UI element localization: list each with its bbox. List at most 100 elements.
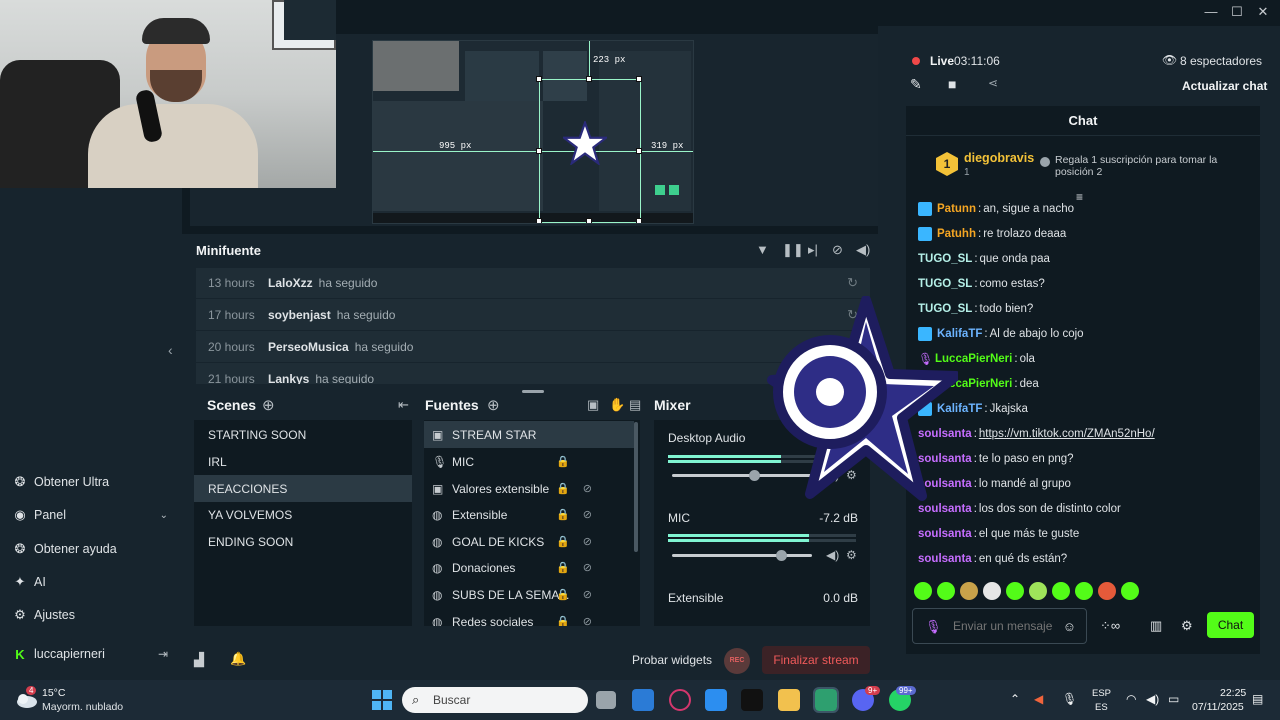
store-icon[interactable]: ▥ [1150,618,1162,634]
task-view-icon[interactable] [596,691,616,709]
hidden-eye-icon[interactable]: ⊘ [583,615,592,626]
streamlabs-icon[interactable] [813,687,839,713]
close-icon[interactable]: ✕ [1254,4,1272,20]
scene-item[interactable]: ENDING SOON [194,528,412,555]
screen-capture-icon[interactable]: ▣ [587,397,599,413]
emote-icon[interactable] [1121,582,1139,600]
emote-icon[interactable] [1006,582,1024,600]
windows-start-icon[interactable] [372,690,392,710]
preview-canvas[interactable]: 223 px 995 px 319 px [372,40,694,224]
tray-mic-icon[interactable]: 🎙 [1062,692,1077,706]
chat-username[interactable]: TUGO_SL [918,278,972,290]
resize-handle[interactable] [586,76,592,82]
send-chat-button[interactable]: Chat [1207,612,1254,638]
chat-username[interactable]: soulsanta [918,553,972,565]
add-folder-icon[interactable]: ▤ [629,397,641,413]
end-stream-button[interactable]: Finalizar stream [762,646,870,674]
share-icon[interactable]: ⋖ [988,76,998,90]
source-item[interactable]: 🎙 MIC 🔒 [424,448,634,475]
minimize-icon[interactable]: — [1202,4,1220,20]
outlook-icon[interactable] [632,689,654,711]
video-camera-icon[interactable]: ■ [948,76,956,92]
scene-item[interactable]: YA VOLVEMOS [194,501,412,528]
notification-center-icon[interactable]: ▤ [1252,692,1263,706]
volume-tray-icon[interactable]: ◀) [1146,692,1159,706]
hidden-eye-icon[interactable]: ⊘ [583,482,592,495]
emote-icon[interactable] [960,582,978,600]
logout-icon[interactable]: ⇥ [158,647,168,661]
record-button[interactable]: REC [724,648,750,674]
source-item[interactable]: ◍ Redes sociales 🔒 ⊘ [424,608,634,627]
resize-handle[interactable] [536,76,542,82]
lock-icon[interactable]: 🔒 [556,615,570,626]
lock-icon[interactable]: 🔒 [556,455,570,468]
chat-username[interactable]: soulsanta [918,528,972,540]
lock-icon[interactable]: 🔒 [556,561,570,574]
volume-icon[interactable]: ◀) [856,242,870,258]
replay-icon[interactable]: ↻ [847,275,858,291]
clock-time[interactable]: 22:25 [1220,687,1246,699]
volume-slider-knob[interactable] [775,550,787,561]
emote-icon[interactable] [914,582,932,600]
dock-splitter[interactable] [522,390,544,393]
scene-item[interactable]: IRL [194,448,412,475]
stats-icon[interactable]: ▟ [194,652,204,668]
source-item[interactable]: ◍ GOAL DE KICKS 🔒 ⊘ [424,528,634,555]
sidebar-item-ultra[interactable]: ❂ Obtener Ultra [12,471,109,493]
source-item-selected[interactable]: ▣ STREAM STAR [424,421,634,448]
update-chat-button[interactable]: Actualizar chat [1182,79,1267,93]
emote-icon[interactable] [937,582,955,600]
tiktok-icon[interactable] [741,689,763,711]
lock-icon[interactable]: 🔒 [556,508,570,521]
hidden-eye-icon[interactable]: ⊘ [583,535,592,548]
resize-handle[interactable] [636,148,642,154]
resize-handle[interactable] [636,218,642,223]
language-indicator[interactable]: ESP [1092,688,1111,699]
chat-username[interactable]: Patuhh [937,228,976,240]
sidebar-item-settings[interactable]: ⚙ Ajustes [12,604,75,626]
lock-sources-icon[interactable]: ✋ [609,397,625,413]
keyboard-layout[interactable]: ES [1095,702,1108,713]
skip-icon[interactable]: ▸| [808,242,818,258]
hidden-eye-icon[interactable]: ⊘ [583,508,592,521]
chat-message-field[interactable] [953,612,1057,640]
chat-username[interactable]: TUGO_SL [918,253,972,265]
wifi-icon[interactable]: ◠ [1126,692,1136,706]
emoji-icon[interactable]: ☺ [1063,619,1076,634]
tray-chevron-up-icon[interactable]: ⌃ [1010,692,1020,706]
tray-app-icon[interactable]: ◀ [1034,692,1043,706]
edit-pencil-icon[interactable]: ✎ [910,76,922,93]
source-item[interactable]: ◍ Extensible 🔒 ⊘ [424,501,634,528]
speaker-icon[interactable]: ◀) [826,548,839,562]
taskbar-search[interactable]: ⌕ Buscar [402,687,588,713]
mute-alerts-icon[interactable]: ⊘ [832,242,843,258]
hidden-eye-icon[interactable]: ⊘ [583,588,592,601]
filter-icon[interactable]: ▼ [756,242,769,257]
emote-icon[interactable] [1098,582,1116,600]
resize-handle[interactable] [536,218,542,223]
sidebar-item-account[interactable]: K luccapierneri ⇥ [12,643,168,665]
emote-icon[interactable] [1075,582,1093,600]
resize-handle[interactable] [586,218,592,223]
top-gifter-name[interactable]: diegobravis [964,151,1034,165]
sources-scrollbar[interactable] [634,422,638,552]
store-app-icon[interactable] [705,689,727,711]
source-item[interactable]: ◍ Donaciones 🔒 ⊘ [424,554,634,581]
bits-icon[interactable]: ⁘∞ [1100,618,1120,634]
clock-date[interactable]: 07/11/2025 [1192,701,1244,713]
emote-icon[interactable] [1029,582,1047,600]
source-item[interactable]: ▣ Valores extensible 🔒 ⊘ [424,475,634,502]
chat-link[interactable]: https://vm.tiktok.com/ZMAn52nHo/ [979,428,1155,440]
file-explorer-icon[interactable] [778,689,800,711]
battery-icon[interactable]: ▭ [1168,692,1179,706]
sidebar-item-help[interactable]: ❂ Obtener ayuda [12,538,117,560]
resize-handle[interactable] [536,148,542,154]
lock-icon[interactable]: 🔒 [556,482,570,495]
test-widgets-button[interactable]: Probar widgets [632,653,712,667]
volume-slider[interactable] [672,550,812,561]
lock-icon[interactable]: 🔒 [556,588,570,601]
resize-handle[interactable] [636,76,642,82]
emote-icon[interactable] [983,582,1001,600]
scene-item-selected[interactable]: REACCIONES [194,475,412,502]
collapse-scenes-icon[interactable]: ⇤ [398,397,409,413]
